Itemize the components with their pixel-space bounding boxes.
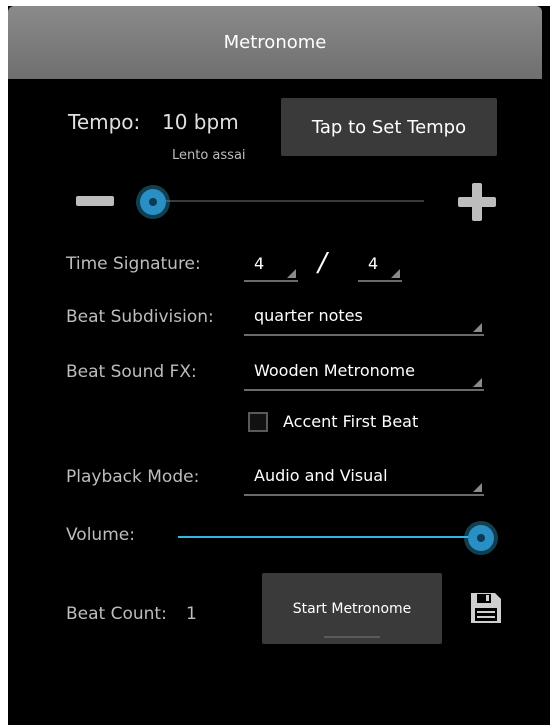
tempo-slider-thumb[interactable] <box>140 189 166 215</box>
time-signature-label: Time Signature: <box>66 254 201 274</box>
save-icon[interactable] <box>468 590 504 626</box>
playback-mode-spinner[interactable]: Audio and Visual <box>244 460 484 496</box>
plus-icon[interactable] <box>458 183 496 221</box>
tempo-marking: Lento assai <box>172 148 246 163</box>
app-title: Metronome <box>223 32 327 53</box>
numerator-value: 4 <box>254 254 265 273</box>
minus-icon[interactable] <box>76 196 114 206</box>
beat-sound-label: Beat Sound FX: <box>66 362 197 382</box>
beat-count-label: Beat Count: <box>66 604 167 624</box>
time-signature-separator: / <box>318 248 327 278</box>
denominator-value: 4 <box>368 254 379 273</box>
start-metronome-label: Start Metronome <box>292 600 412 617</box>
volume-slider-track[interactable] <box>178 536 478 538</box>
beat-subdivision-spinner[interactable]: quarter notes <box>244 300 484 336</box>
beat-subdivision-value: quarter notes <box>254 306 363 325</box>
playback-mode-value: Audio and Visual <box>254 466 388 485</box>
playback-mode-label: Playback Mode: <box>66 467 200 487</box>
tap-tempo-label: Tap to Set Tempo <box>311 116 467 138</box>
beat-count-value: 1 <box>186 604 197 624</box>
accent-label: Accent First Beat <box>283 412 419 431</box>
tap-tempo-button[interactable]: Tap to Set Tempo <box>281 98 497 156</box>
tempo-slider-track[interactable] <box>140 200 424 202</box>
volume-slider-thumb[interactable] <box>468 525 494 551</box>
tempo-label: Tempo: <box>68 110 141 134</box>
title-bar: Metronome <box>8 6 542 79</box>
volume-label: Volume: <box>66 525 135 545</box>
beat-sound-spinner[interactable]: Wooden Metronome <box>244 355 484 391</box>
beat-subdivision-label: Beat Subdivision: <box>66 307 214 327</box>
start-metronome-button[interactable]: Start Metronome <box>262 573 442 644</box>
tempo-value: 10 bpm <box>162 110 239 134</box>
beat-sound-value: Wooden Metronome <box>254 361 415 380</box>
accent-checkbox[interactable] <box>248 412 268 432</box>
time-signature-numerator-spinner[interactable]: 4 <box>244 248 298 282</box>
metronome-screen: Metronome Tempo: 10 bpm Lento assai Tap … <box>8 6 550 725</box>
time-signature-denominator-spinner[interactable]: 4 <box>358 248 402 282</box>
